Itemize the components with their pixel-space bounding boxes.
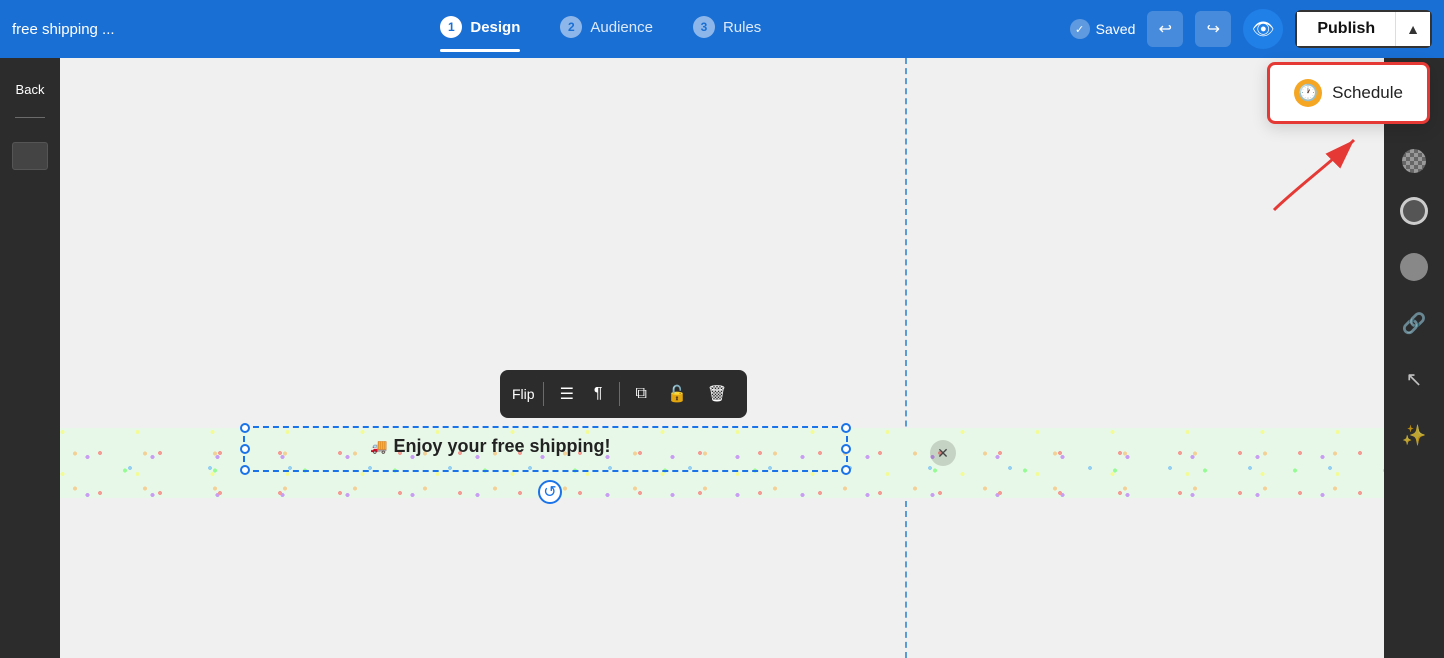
selected-element[interactable] (243, 426, 848, 472)
close-icon: ✕ (937, 445, 949, 462)
element-toolbar: Flip ☰ ¶ ⧉ 🔓 🗑 (500, 370, 747, 418)
main-layout: Back Flip ☰ ¶ ⧉ 🔓 (0, 58, 1444, 658)
handle-top-right[interactable] (841, 423, 851, 433)
back-button[interactable]: Back (12, 74, 49, 105)
tab-rules-label: Rules (723, 19, 761, 36)
saved-label: Saved (1096, 21, 1136, 37)
banner-close-button[interactable]: ✕ (930, 440, 956, 466)
redo-button[interactable]: ↪ (1195, 11, 1231, 47)
canvas-area: Flip ☰ ¶ ⧉ 🔓 🗑 (60, 58, 1384, 658)
page-title: free shipping ... (12, 21, 132, 38)
cursor-icon[interactable]: ↖ (1396, 361, 1432, 397)
undo-button[interactable]: ↩ (1147, 11, 1183, 47)
left-sidebar: Back (0, 58, 60, 658)
tab-audience-label: Audience (590, 19, 653, 36)
circle-border-icon[interactable] (1396, 193, 1432, 229)
tab-design[interactable]: 1 Design (440, 16, 520, 42)
toolbar-divider-1 (543, 382, 544, 406)
right-panel: Aa 18 🔗 ↖ ✨ (1384, 58, 1444, 658)
delete-button[interactable]: 🗑 (699, 378, 735, 410)
layers-icon: ⧉ (636, 385, 647, 403)
tab-bar: 1 Design 2 Audience 3 Rules (132, 16, 1070, 42)
align-icon: ☰ (560, 384, 574, 404)
saved-check-icon: ✓ (1070, 19, 1090, 39)
tab-audience[interactable]: 2 Audience (560, 16, 653, 42)
tab-design-number: 1 (440, 16, 462, 38)
tab-audience-number: 2 (560, 16, 582, 38)
wand-symbol: ✨ (1402, 423, 1427, 448)
circle-filled-icon[interactable] (1396, 249, 1432, 285)
paragraph-button[interactable]: ¶ (586, 379, 611, 409)
tab-rules-number: 3 (693, 16, 715, 38)
paragraph-icon: ¶ (594, 385, 603, 403)
rotate-handle[interactable]: ↺ (538, 480, 562, 504)
handle-middle-left[interactable] (240, 444, 250, 454)
magic-wand-icon[interactable]: ✨ (1396, 417, 1432, 453)
publish-button[interactable]: Publish (1297, 12, 1395, 46)
lock-button[interactable]: 🔓 (659, 378, 695, 410)
layers-button[interactable]: ⧉ (628, 379, 655, 409)
chevron-up-icon: ▲ (1406, 21, 1420, 37)
handle-bottom-right[interactable] (841, 465, 851, 475)
header-actions: ✓ Saved ↩ ↪ 👁 Publish ▲ 🕐 Schedule (1070, 9, 1432, 49)
publish-chevron-button[interactable]: ▲ (1395, 12, 1430, 46)
handle-bottom-left[interactable] (240, 465, 250, 475)
flip-label: Flip (512, 386, 535, 402)
tab-design-label: Design (470, 19, 520, 36)
handle-middle-right[interactable] (841, 444, 851, 454)
schedule-dropdown: 🕐 Schedule (1267, 62, 1430, 124)
trash-icon: 🗑 (707, 384, 727, 404)
texture-icon[interactable] (1402, 149, 1426, 173)
toolbar-divider-2 (619, 382, 620, 406)
schedule-label[interactable]: Schedule (1332, 83, 1403, 103)
link-symbol: 🔗 (1402, 311, 1427, 336)
link-icon[interactable]: 🔗 (1396, 305, 1432, 341)
sidebar-divider (15, 117, 45, 118)
canvas-boundary-line (905, 58, 907, 658)
header: free shipping ... 1 Design 2 Audience 3 … (0, 0, 1444, 58)
clock-icon: 🕐 (1294, 79, 1322, 107)
preview-button[interactable]: 👁 (1243, 9, 1283, 49)
publish-group: Publish ▲ 🕐 Schedule (1295, 10, 1432, 48)
tab-rules[interactable]: 3 Rules (693, 16, 761, 42)
sidebar-input-box (12, 142, 48, 170)
cursor-symbol: ↖ (1406, 367, 1423, 392)
saved-status: ✓ Saved (1070, 19, 1136, 39)
lock-icon: 🔓 (667, 384, 687, 404)
handle-top-left[interactable] (240, 423, 250, 433)
align-button[interactable]: ☰ (552, 378, 582, 410)
sidebar-section-label (26, 130, 34, 134)
